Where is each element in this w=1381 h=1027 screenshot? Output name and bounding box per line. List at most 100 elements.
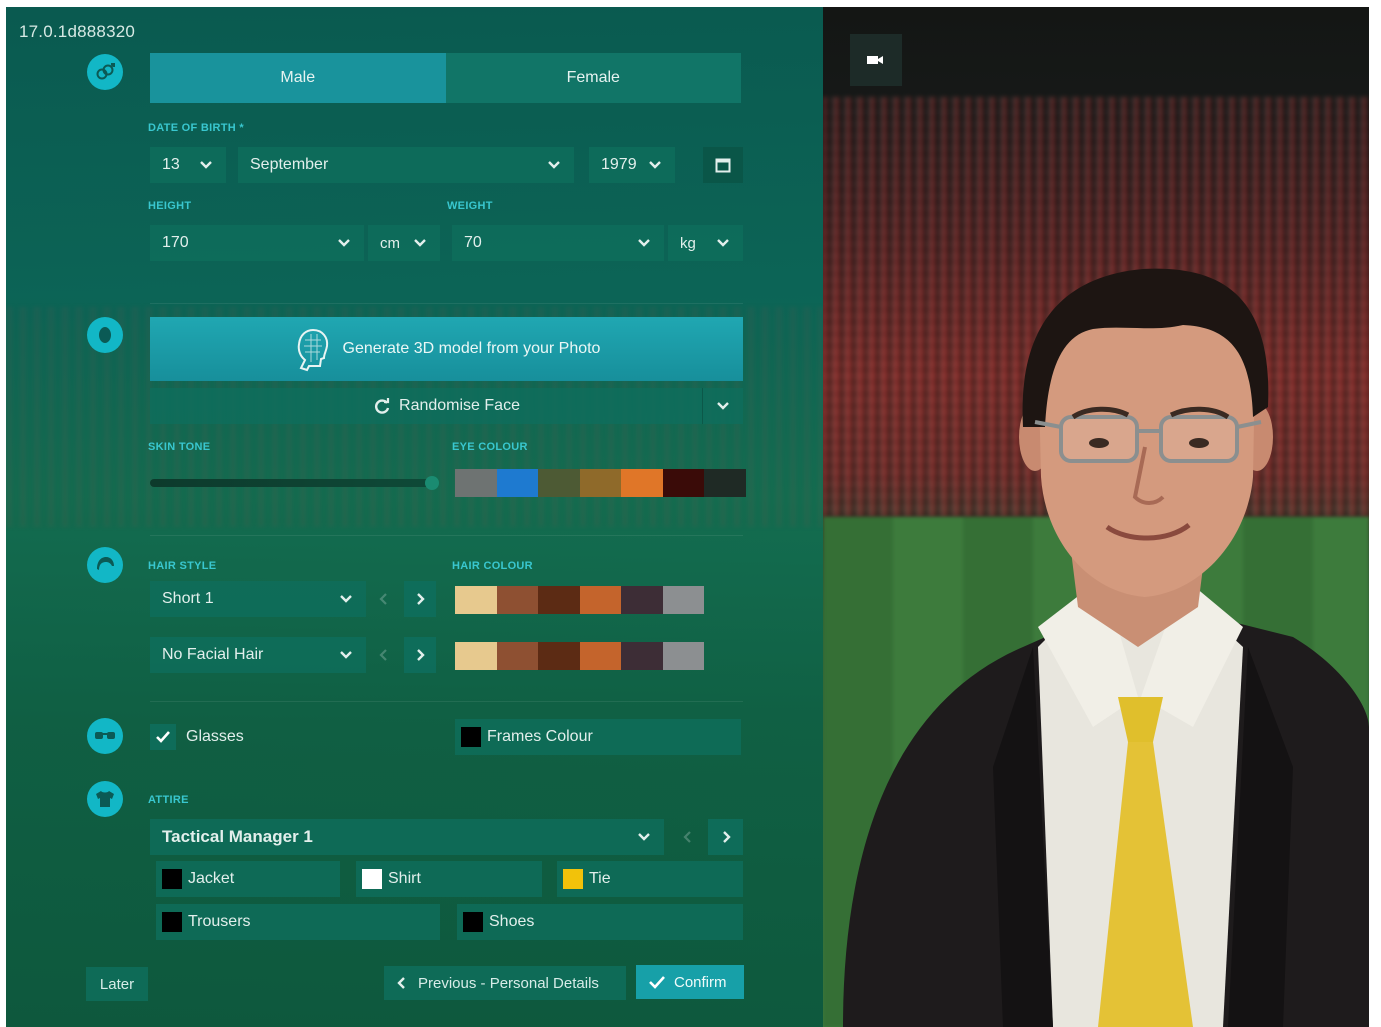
eye-colour-swatches [455,469,746,497]
later-button[interactable]: Later [86,967,148,1001]
confirm-button[interactable]: Confirm [636,965,744,999]
attire-next-button[interactable] [708,819,743,855]
hair-style-prev-button[interactable] [368,581,400,617]
hair-colour-swatch[interactable] [621,586,663,614]
glasses-checkbox[interactable]: Glasses [150,719,270,755]
facial-hair-value: No Facial Hair [162,646,264,663]
weight-select[interactable]: 70 [452,225,664,261]
shirt-colour-swatch [362,869,382,889]
facial-hair-colour-swatch[interactable] [621,642,663,670]
shoes-colour-swatch [463,912,483,932]
randomise-face-label: Randomise Face [399,397,520,414]
chevron-left-icon [683,831,691,843]
facial-hair-colour-swatch[interactable] [662,642,704,670]
eye-colour-swatch[interactable] [621,469,663,497]
frames-colour-button[interactable]: Frames Colour [455,719,741,755]
attire-prev-button[interactable] [672,819,704,855]
facial-hair-colour-swatch[interactable] [579,642,621,670]
trousers-colour-button[interactable]: Trousers [156,904,440,940]
checkmark-icon [156,731,170,743]
chevron-down-icon [638,239,650,247]
facial-hair-colour-swatch[interactable] [496,642,538,670]
hair-colour-swatch[interactable] [455,586,497,614]
hair-colour-swatches [455,586,704,614]
chevron-right-icon [417,649,425,661]
weight-unit: kg [680,234,696,252]
skin-tone-label: SKIN TONE [148,441,211,453]
checkmark-icon [649,976,665,989]
eye-colour-swatch[interactable] [455,469,497,497]
facial-hair-colour-swatch[interactable] [455,642,497,670]
eye-colour-swatch[interactable] [496,469,538,497]
hair-style-next-button[interactable] [404,581,436,617]
glasses-icon [87,718,123,754]
facial-hair-next-button[interactable] [404,637,436,673]
dob-year-select[interactable]: 1979 [589,147,675,183]
chevron-down-icon [649,161,661,169]
shirt-label: Shirt [388,870,421,887]
section-divider [150,303,743,304]
eye-colour-swatch[interactable] [662,469,704,497]
skin-tone-slider[interactable] [150,479,436,487]
dob-day-select[interactable]: 13 [150,147,226,183]
eye-colour-swatch[interactable] [538,469,580,497]
chevron-down-icon [717,239,729,247]
female-option[interactable]: Female [445,53,741,103]
dob-month-select[interactable]: September [238,147,574,183]
hair-style-select[interactable]: Short 1 [150,581,366,617]
jacket-colour-button[interactable]: Jacket [156,861,340,897]
manager-3d-preview[interactable] [823,7,1369,1027]
facial-hair-select[interactable]: No Facial Hair [150,637,366,673]
hair-colour-swatch[interactable] [538,586,580,614]
chevron-right-icon [722,831,731,843]
trousers-label: Trousers [188,913,251,930]
generate-3d-model-button[interactable]: Generate 3D model from your Photo [150,317,743,381]
attire-select[interactable]: Tactical Manager 1 [150,819,664,855]
eye-colour-swatch[interactable] [579,469,621,497]
male-option[interactable]: Male [150,53,446,103]
hair-colour-swatch[interactable] [579,586,621,614]
chevron-down-icon [200,161,212,169]
chevron-down-icon [340,651,352,659]
calendar-button[interactable] [703,147,743,183]
weight-unit-select[interactable]: kg [668,225,743,261]
version-label: 17.0.1d888320 [19,22,136,41]
height-select[interactable]: 170 [150,225,364,261]
height-unit: cm [380,234,400,252]
tie-colour-button[interactable]: Tie [557,861,743,897]
weight-value: 70 [464,234,482,251]
attire-value: Tactical Manager 1 [162,827,313,846]
hair-colour-swatch[interactable] [662,586,704,614]
hair-colour-swatch[interactable] [496,586,538,614]
dob-month-value: September [250,156,329,173]
previous-label: Previous - Personal Details [418,974,599,992]
chevron-left-icon [379,593,387,605]
section-divider [150,701,743,702]
head-scan-icon [297,328,328,372]
facial-hair-colour-swatch[interactable] [538,642,580,670]
randomise-face-select[interactable]: Randomise Face [150,388,743,424]
frames-colour-swatch [461,727,481,747]
hair-style-label: HAIR STYLE [148,560,217,572]
facial-hair-prev-button[interactable] [368,637,400,673]
select-divider [702,388,703,424]
eye-colour-swatch[interactable] [704,469,746,497]
later-label: Later [99,975,135,993]
facial-hair-colour-swatches [455,642,704,670]
shirt-colour-button[interactable]: Shirt [356,861,542,897]
dob-day-value: 13 [162,156,180,173]
chevron-left-icon [397,977,405,989]
chevron-left-icon [379,649,387,661]
height-label: HEIGHT [148,200,192,212]
gender-toggle: Male Female [150,53,741,103]
previous-button[interactable]: Previous - Personal Details [384,966,626,1000]
shirt-icon [87,781,123,817]
chevron-down-icon [638,833,650,841]
skin-tone-slider-handle[interactable] [425,476,439,490]
height-unit-select[interactable]: cm [368,225,440,261]
shoes-colour-button[interactable]: Shoes [457,904,743,940]
appearance-editor-panel: 17.0.1d888320 Male Female DATE OF BIRTH … [6,7,823,1027]
chevron-right-icon [417,593,425,605]
tie-label: Tie [589,870,611,887]
jacket-colour-swatch [162,869,182,889]
